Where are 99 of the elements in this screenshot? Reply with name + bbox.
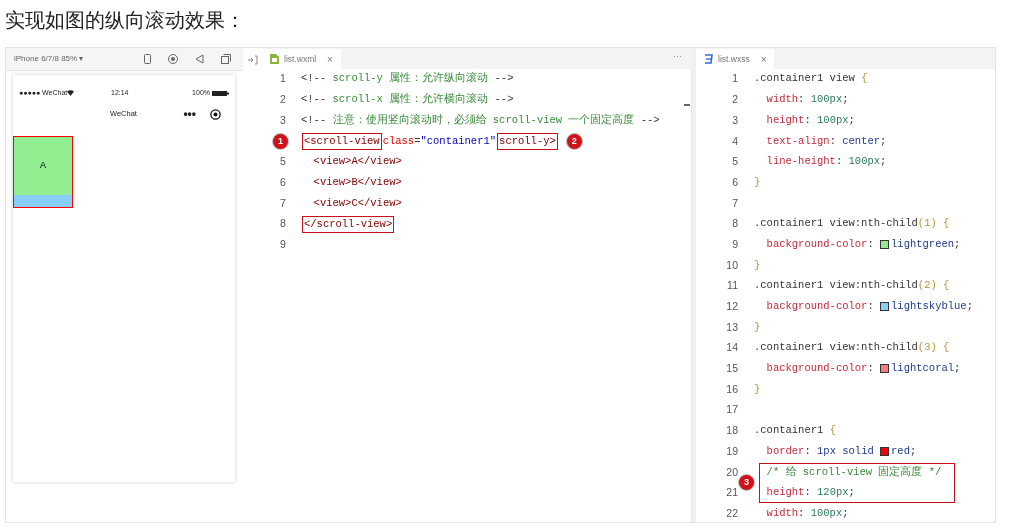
scrollbar-thumb[interactable] bbox=[684, 104, 690, 106]
line-number: 14 bbox=[726, 340, 738, 356]
line-number: 15 bbox=[726, 361, 738, 377]
code-text: red bbox=[891, 443, 910, 459]
close-icon[interactable]: × bbox=[327, 51, 333, 67]
code-line: .container1 { bbox=[754, 423, 836, 439]
line-number: 20 bbox=[726, 464, 738, 480]
line-number: 4 bbox=[732, 133, 738, 149]
line-number: 7 bbox=[280, 195, 286, 211]
battery-icon bbox=[212, 90, 229, 96]
code-line: } bbox=[754, 174, 761, 190]
code-line: } bbox=[754, 381, 761, 397]
wifi-icon bbox=[67, 90, 75, 96]
code-line: <view>A</view> bbox=[312, 154, 402, 170]
code-text: background-color bbox=[765, 236, 868, 252]
speaker-icon[interactable] bbox=[195, 54, 204, 64]
code-text: background-color bbox=[765, 299, 868, 315]
window-icon[interactable] bbox=[221, 54, 231, 64]
code-text: ; bbox=[954, 236, 961, 252]
file-icon bbox=[270, 54, 279, 64]
code-line: .container1 view:nth-child(2) { bbox=[754, 278, 950, 294]
line-number: 6 bbox=[732, 174, 738, 190]
code-text: : bbox=[867, 361, 875, 377]
line-number: 3 bbox=[732, 112, 738, 128]
scroll-view[interactable]: A bbox=[13, 136, 73, 208]
code-text: lightcoral bbox=[891, 361, 955, 377]
heading: 实现如图的纵向滚动效果： bbox=[5, 8, 246, 33]
view-label: A bbox=[40, 159, 46, 173]
device-dropdown[interactable]: iPhone 6/7/8 85% ▾ bbox=[14, 53, 84, 65]
code-text: lightskyblue bbox=[891, 299, 967, 315]
code-text: ; bbox=[909, 443, 917, 459]
record-icon[interactable] bbox=[168, 54, 178, 64]
code-line: <view>B</view> bbox=[312, 174, 402, 190]
line-number: 2 bbox=[280, 92, 286, 108]
editor-tab[interactable]: list.wxss × bbox=[696, 49, 775, 69]
callout-badge: 3 bbox=[739, 475, 754, 491]
code-line: text-align: center; bbox=[765, 133, 887, 149]
highlight-box: scroll-y> bbox=[497, 132, 558, 150]
line-number: 1 bbox=[280, 71, 286, 87]
code-text: ; bbox=[954, 361, 961, 377]
line-number: 18 bbox=[726, 423, 738, 439]
code-line: width: 100px; bbox=[765, 92, 849, 108]
highlight-box: <scroll-view bbox=[302, 132, 382, 150]
close-icon[interactable]: × bbox=[760, 51, 767, 67]
callout-badge: 2 bbox=[566, 133, 582, 149]
line-number: 8 bbox=[280, 216, 286, 232]
code-line: } bbox=[754, 257, 761, 273]
line-number: 3 bbox=[280, 112, 286, 128]
close-capsule-icon[interactable] bbox=[210, 108, 221, 120]
line-number: 21 bbox=[726, 485, 738, 501]
line-number: 9 bbox=[732, 236, 738, 252]
line-number: 13 bbox=[726, 319, 738, 335]
code-text: = bbox=[414, 133, 421, 149]
more-button[interactable]: ••• bbox=[183, 109, 196, 119]
file-icon bbox=[704, 54, 713, 64]
code-line: .container1 view { bbox=[754, 71, 868, 87]
code-text: : bbox=[867, 299, 875, 315]
sidebar-toggle-icon[interactable] bbox=[247, 55, 258, 65]
code-line: .container1 view:nth-child(3) { bbox=[754, 340, 950, 356]
code-text: class bbox=[382, 133, 415, 149]
code-line: <view>C</view> bbox=[312, 195, 402, 211]
callout-badge: 1 bbox=[273, 133, 288, 149]
line-number: 12 bbox=[726, 299, 738, 315]
code-line: /* 给 scroll-view 固定高度 */ bbox=[765, 464, 942, 480]
more-button[interactable]: ··· bbox=[673, 49, 682, 63]
line-number: 22 bbox=[726, 505, 738, 521]
code-text: ; bbox=[966, 299, 973, 315]
code-line: <!-- scroll-y 属性：允许纵向滚动 --> bbox=[301, 71, 514, 87]
phone-icon[interactable] bbox=[144, 54, 151, 64]
line-number: 6 bbox=[280, 174, 286, 190]
line-number: 7 bbox=[732, 195, 738, 211]
line-number: 16 bbox=[726, 381, 738, 397]
line-number: 1 bbox=[732, 71, 738, 87]
code-line: <!-- 注意：使用竖向滚动时，必须给 scroll-view 一个固定高度 --> bbox=[301, 112, 660, 128]
line-number: 9 bbox=[280, 236, 286, 252]
code-line: .container1 view:nth-child(1) { bbox=[754, 216, 950, 232]
code-line: height: 100px; bbox=[765, 112, 855, 128]
code-text: 1px solid bbox=[817, 443, 875, 459]
line-number: 2 bbox=[732, 92, 738, 108]
code-text: : bbox=[804, 443, 812, 459]
code-line: <!-- scroll-x 属性：允许横向滚动 --> bbox=[301, 92, 514, 108]
line-number: 8 bbox=[732, 216, 738, 232]
line-number: 5 bbox=[732, 154, 738, 170]
code-text: lightgreen bbox=[891, 236, 955, 252]
code-text: border bbox=[765, 443, 805, 459]
line-number: 17 bbox=[726, 402, 738, 418]
highlight-box: </scroll-view> bbox=[302, 215, 395, 233]
editor-tab[interactable]: list.wxml × bbox=[262, 49, 341, 69]
code-line: width: 100px; bbox=[765, 505, 849, 521]
code-line: } bbox=[754, 319, 761, 335]
code-text: background-color bbox=[765, 361, 868, 377]
line-number: 5 bbox=[280, 154, 286, 170]
code-text: : bbox=[867, 236, 875, 252]
code-line: line-height: 100px; bbox=[765, 154, 887, 170]
code-line: height: 120px; bbox=[765, 485, 855, 501]
code-text: "container1" bbox=[420, 133, 497, 149]
line-number: 11 bbox=[727, 278, 738, 294]
line-number: 10 bbox=[726, 257, 738, 273]
line-number: 19 bbox=[726, 443, 738, 459]
